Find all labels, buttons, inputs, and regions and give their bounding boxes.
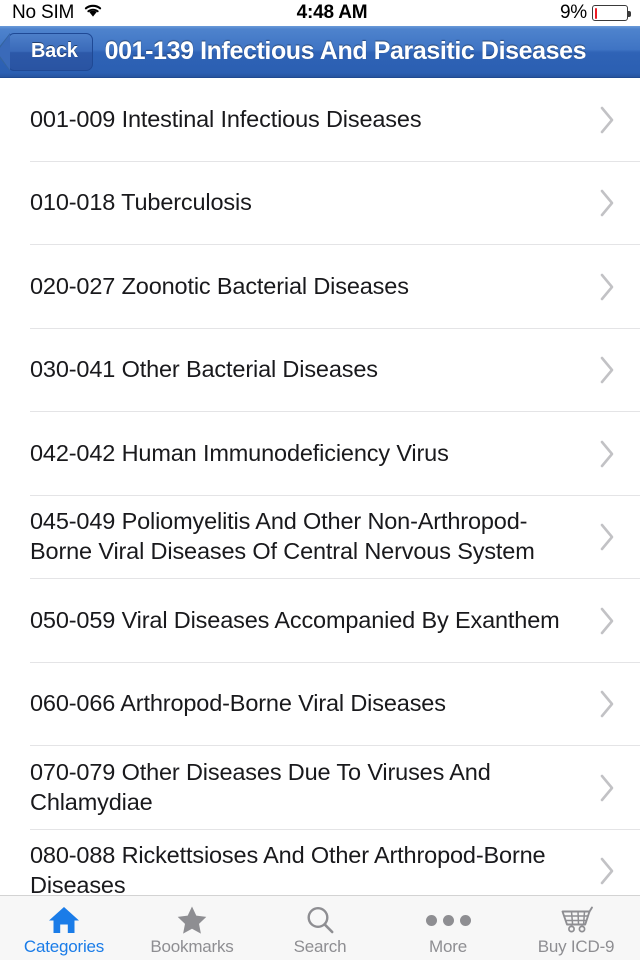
list-item-label: 060-066 Arthropod-Borne Viral Diseases: [30, 690, 446, 717]
home-icon: [47, 905, 81, 936]
tab-label: Bookmarks: [150, 936, 234, 956]
list-item-label: 020-027 Zoonotic Bacterial Diseases: [30, 272, 409, 299]
tab-label: Categories: [23, 936, 105, 956]
list-item[interactable]: 060-066 Arthropod-Borne Viral Diseases: [0, 662, 640, 746]
list-item-label: 001-009 Intestinal Infectious Diseases: [30, 105, 422, 132]
search-icon: [304, 905, 336, 936]
list-item-label: 010-018 Tuberculosis: [30, 189, 252, 216]
star-icon: [176, 905, 208, 936]
clock-label: 4:48 AM: [296, 2, 368, 23]
tab-label: Buy ICD-9: [537, 936, 615, 956]
carrier-label: No SIM: [12, 2, 75, 23]
tab-label: More: [429, 936, 467, 956]
wifi-icon: [82, 2, 104, 24]
back-button[interactable]: Back: [8, 32, 93, 71]
list-item-label: 045-049 Poliomyelitis And Other Non-Arth…: [30, 508, 535, 565]
tab-bookmarks[interactable]: Bookmarks: [128, 896, 256, 960]
tab-label: Search: [293, 936, 347, 956]
list-item[interactable]: 010-018 Tuberculosis: [0, 161, 640, 245]
tab-bar: Categories Bookmarks Search More Buy ICD-9: [0, 895, 640, 960]
chevron-right-icon: [594, 522, 620, 552]
category-list[interactable]: 001-009 Intestinal Infectious Diseases 01…: [0, 78, 640, 895]
chevron-right-icon: [594, 188, 620, 218]
chevron-right-icon: [594, 272, 620, 302]
list-item-label: 050-059 Viral Diseases Accompanied By Ex…: [30, 606, 560, 633]
chevron-right-icon: [594, 105, 620, 135]
page-title: 001-139 Infectious And Parasitic Disease…: [104, 37, 587, 65]
chevron-right-icon: [594, 439, 620, 469]
ellipsis-icon: [425, 905, 471, 936]
tab-categories[interactable]: Categories: [0, 896, 128, 960]
list-item[interactable]: 045-049 Poliomyelitis And Other Non-Arth…: [0, 495, 640, 579]
app-root: No SIM 4:48 AM 9% Back 001-139 Infectiou…: [0, 0, 640, 960]
list-item[interactable]: 050-059 Viral Diseases Accompanied By Ex…: [0, 579, 640, 663]
list-item[interactable]: 070-079 Other Diseases Due To Viruses An…: [0, 746, 640, 830]
chevron-right-icon: [594, 773, 620, 803]
chevron-right-icon: [594, 355, 620, 385]
chevron-right-icon: [594, 606, 620, 636]
tab-buy-icd-9[interactable]: Buy ICD-9: [512, 896, 640, 960]
battery-percent-label: 9%: [559, 2, 587, 23]
tab-search[interactable]: Search: [256, 896, 384, 960]
battery-icon: [592, 5, 631, 21]
chevron-right-icon: [594, 689, 620, 719]
list-item[interactable]: 001-009 Intestinal Infectious Diseases: [0, 78, 640, 162]
chevron-right-icon: [594, 856, 620, 886]
cart-icon: [558, 905, 594, 936]
status-bar-right: 9%: [559, 2, 631, 24]
list-item[interactable]: 042-042 Human Immunodeficiency Virus: [0, 412, 640, 496]
tab-more[interactable]: More: [384, 896, 512, 960]
list-item[interactable]: 030-041 Other Bacterial Diseases: [0, 328, 640, 412]
list-item-label: 070-079 Other Diseases Due To Viruses An…: [30, 758, 491, 815]
list-item-label: 030-041 Other Bacterial Diseases: [30, 356, 378, 383]
list-item-label: 042-042 Human Immunodeficiency Virus: [30, 439, 449, 466]
status-bar-left: No SIM: [12, 2, 104, 24]
list-item[interactable]: 080-088 Rickettsioses And Other Arthropo…: [0, 829, 640, 895]
back-button-label: Back: [31, 40, 78, 62]
status-bar: No SIM 4:48 AM 9%: [0, 0, 640, 26]
navigation-bar: Back 001-139 Infectious And Parasitic Di…: [0, 26, 640, 78]
list-item[interactable]: 020-027 Zoonotic Bacterial Diseases: [0, 245, 640, 329]
list-item-label: 080-088 Rickettsioses And Other Arthropo…: [30, 842, 546, 895]
